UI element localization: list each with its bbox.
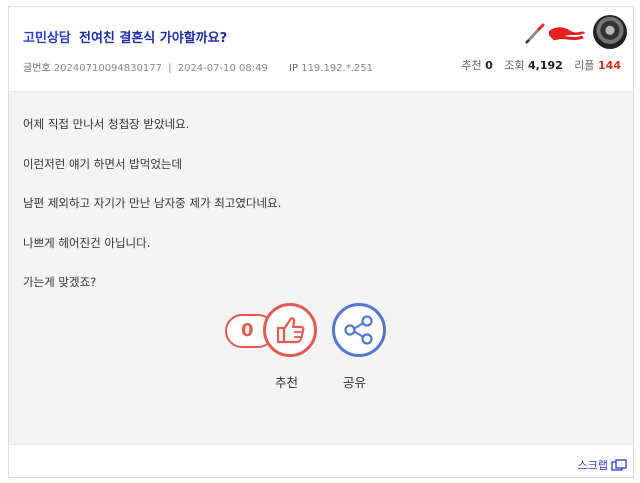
recommend-button-label[interactable]: 추천 xyxy=(275,372,298,391)
scrap-button[interactable]: 스크랩 xyxy=(578,457,627,473)
share-button-label[interactable]: 공유 xyxy=(343,372,366,391)
post-stats: 추천 0 조회 4,192 리플 144 xyxy=(461,57,621,73)
post-container: 고민상담 전여친 결혼식 가야할까요? 글번호 2024071009483017… xyxy=(8,6,634,478)
thumbs-up-icon xyxy=(276,317,305,344)
body-line: 어제 직접 만나서 청첩장 받았네요. xyxy=(23,117,190,131)
ip-label: IP xyxy=(289,63,299,74)
post-title: 전여친 결혼식 가야할까요? xyxy=(78,31,228,46)
replies-value: 144 xyxy=(598,59,621,72)
post-datetime: 2024-07-10 08:49 xyxy=(177,63,268,74)
post-body: 어제 직접 만나서 청첩장 받았네요. 이런저런 얘기 하면서 밥먹었는데 남편… xyxy=(9,91,633,445)
share-button[interactable] xyxy=(332,303,386,357)
views-value: 4,192 xyxy=(527,59,563,72)
views-label: 조회 xyxy=(504,59,525,72)
scrap-icon xyxy=(611,459,627,471)
post-number: 20240710094830177 xyxy=(53,63,162,74)
post-header: 고민상담 전여친 결혼식 가야할까요? 글번호 2024071009483017… xyxy=(9,7,633,91)
author-nickname-redacted[interactable] xyxy=(547,23,587,45)
meta-separator: | xyxy=(168,63,172,74)
body-line: 남편 제외하고 자기가 만난 남자중 제가 최고였다네요. xyxy=(23,196,282,210)
scrap-label: 스크랩 xyxy=(577,459,608,472)
author-avatar[interactable] xyxy=(593,15,627,49)
category-link[interactable]: 고민상담 xyxy=(23,31,71,46)
replies-label: 리플 xyxy=(574,59,595,72)
post-number-label: 글번호 xyxy=(23,63,51,74)
pencil-icon xyxy=(525,23,545,44)
recommend-button[interactable] xyxy=(263,303,317,357)
recommend-stat-label: 추천 xyxy=(461,59,482,72)
body-line: 가는게 맞겠죠? xyxy=(23,275,97,289)
recommend-stat-value: 0 xyxy=(485,59,493,72)
body-line: 이런저런 얘기 하면서 밥먹었는데 xyxy=(23,157,183,171)
ip-value: 119.192.*.251 xyxy=(301,63,373,74)
post-meta: 글번호 20240710094830177 | 2024-07-10 08:49… xyxy=(23,59,373,74)
body-line: 나쁘게 헤어진건 아닙니다. xyxy=(23,236,151,250)
share-icon xyxy=(344,315,373,345)
post-title-row: 고민상담 전여친 결혼식 가야할까요? xyxy=(23,27,227,46)
